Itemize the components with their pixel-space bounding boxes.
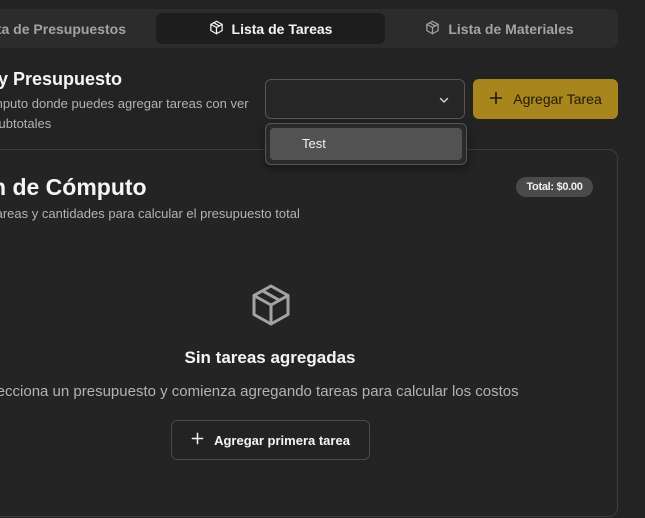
budget-select[interactable] [265,79,465,119]
card-title: n de Cómputo [0,174,147,200]
plus-icon [489,91,503,108]
tab-lista-presupuestos[interactable]: sta de Presupuestos [0,13,154,44]
package-icon [209,20,224,38]
add-task-label: Agregar Tarea [513,91,602,107]
package-icon [249,283,293,327]
total-badge: Total: $0.00 [516,177,593,197]
empty-state-title: Sin tareas agregadas [184,348,356,367]
tab-label: Lista de Tareas [231,20,333,37]
tab-label: sta de Presupuestos [0,20,126,37]
tab-lista-materiales[interactable]: Lista de Materiales [385,13,614,44]
card-subtitle: tareas y cantidades para calcular el pre… [0,206,300,221]
add-first-task-button[interactable]: Agregar primera tarea [171,420,370,460]
dropdown-option[interactable]: Test [270,128,462,160]
add-task-button[interactable]: Agregar Tarea [473,79,618,119]
budget-dropdown: Test [265,123,467,165]
section-description: mputo donde puedes agregar tareas con ve… [0,96,249,131]
computo-card [0,149,618,517]
package-icon [425,20,440,38]
empty-state-description: elecciona un presupuesto y comienza agre… [0,383,519,400]
tab-label: Lista de Materiales [448,20,574,37]
add-first-task-label: Agregar primera tarea [214,432,350,448]
app-page: sta de Presupuestos Lista de Tareas List… [0,0,645,518]
tab-lista-tareas[interactable]: Lista de Tareas [156,13,385,44]
section-title: y Presupuesto [0,69,123,89]
tab-bar: sta de Presupuestos Lista de Tareas List… [0,9,618,48]
plus-icon [191,432,204,448]
